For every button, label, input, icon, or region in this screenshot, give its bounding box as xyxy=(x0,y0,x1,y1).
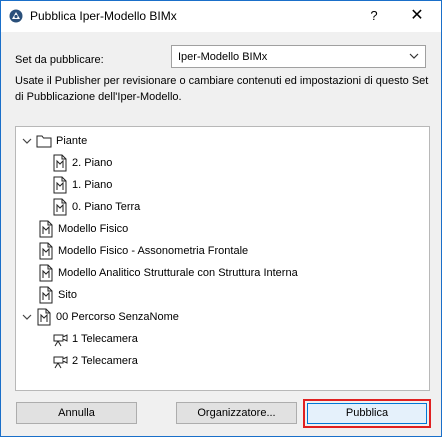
tree-item-percorso[interactable]: 00 Percorso SenzaNome xyxy=(22,307,179,327)
document-icon xyxy=(53,176,67,194)
publish-highlight-box: Pubblica xyxy=(303,399,431,428)
tree-item-label: 2 Telecamera xyxy=(72,355,138,367)
tree-item-label: 1. Piano xyxy=(72,179,113,191)
tree-item-assonometria[interactable]: Modello Fisico - Assonometria Frontale xyxy=(38,241,248,261)
tree-item-label: Sito xyxy=(58,289,77,301)
tree-item-modello-analitico[interactable]: Modello Analitico Strutturale con Strutt… xyxy=(38,263,298,283)
tree-item-piante[interactable]: Piante xyxy=(22,131,87,151)
tree-item-2-piano[interactable]: 2. Piano xyxy=(52,153,112,173)
title-bar: Pubblica Iper-Modello BIMx ? ✕ xyxy=(1,1,441,32)
window-title: Pubblica Iper-Modello BIMx xyxy=(30,9,177,23)
tree-item-modello-fisico[interactable]: Modello Fisico xyxy=(38,219,128,239)
tree-item-0-piano-terra[interactable]: 0. Piano Terra xyxy=(52,197,140,217)
close-button[interactable]: ✕ xyxy=(403,5,431,27)
set-label: Set da pubblicare: xyxy=(15,54,104,66)
tree-item-label: 1 Telecamera xyxy=(72,333,138,345)
document-icon xyxy=(39,220,53,238)
publish-button[interactable]: Pubblica xyxy=(307,403,427,424)
document-icon xyxy=(39,264,53,282)
dialog-body: Set da pubblicare: Iper-Modello BIMx Usa… xyxy=(1,32,441,436)
tree-item-label: Modello Fisico - Assonometria Frontale xyxy=(58,245,249,257)
folder-icon xyxy=(36,135,52,148)
document-icon xyxy=(37,308,51,326)
archicad-app-icon xyxy=(9,9,23,23)
camera-icon xyxy=(53,356,68,369)
tree-item-label: Modello Fisico xyxy=(58,223,129,235)
publish-dialog: Pubblica Iper-Modello BIMx ? ✕ Set da pu… xyxy=(0,0,442,437)
document-icon xyxy=(39,242,53,260)
organizer-button[interactable]: Organizzatore... xyxy=(176,402,297,424)
chevron-down-icon xyxy=(409,53,419,59)
tree-item-label: Piante xyxy=(56,135,88,147)
tree-item-sito[interactable]: Sito xyxy=(38,285,77,305)
tree-item-1-piano[interactable]: 1. Piano xyxy=(52,175,112,195)
document-icon xyxy=(53,198,67,216)
tree-item-label: 0. Piano Terra xyxy=(72,201,141,213)
tree-item-label: 00 Percorso SenzaNome xyxy=(56,311,179,323)
document-icon xyxy=(53,154,67,172)
tree-item-telecamera-2[interactable]: 2 Telecamera xyxy=(52,351,138,371)
chevron-down-icon[interactable] xyxy=(22,312,32,322)
publish-set-dropdown[interactable]: Iper-Modello BIMx xyxy=(171,45,426,68)
chevron-down-icon[interactable] xyxy=(22,136,32,146)
tree-item-label: Modello Analitico Strutturale con Strutt… xyxy=(58,267,298,279)
help-button[interactable]: ? xyxy=(363,5,385,27)
cancel-button[interactable]: Annulla xyxy=(16,402,137,424)
tree-item-telecamera-1[interactable]: 1 Telecamera xyxy=(52,329,138,349)
camera-icon xyxy=(53,334,68,347)
publish-tree[interactable]: Piante 2. Piano 1. Piano 0. Piano Terra … xyxy=(15,126,430,391)
tree-item-label: 2. Piano xyxy=(72,157,113,169)
publish-set-value: Iper-Modello BIMx xyxy=(178,51,268,63)
document-icon xyxy=(39,286,53,304)
description-text: Usate il Publisher per revisionare o cam… xyxy=(15,75,429,103)
